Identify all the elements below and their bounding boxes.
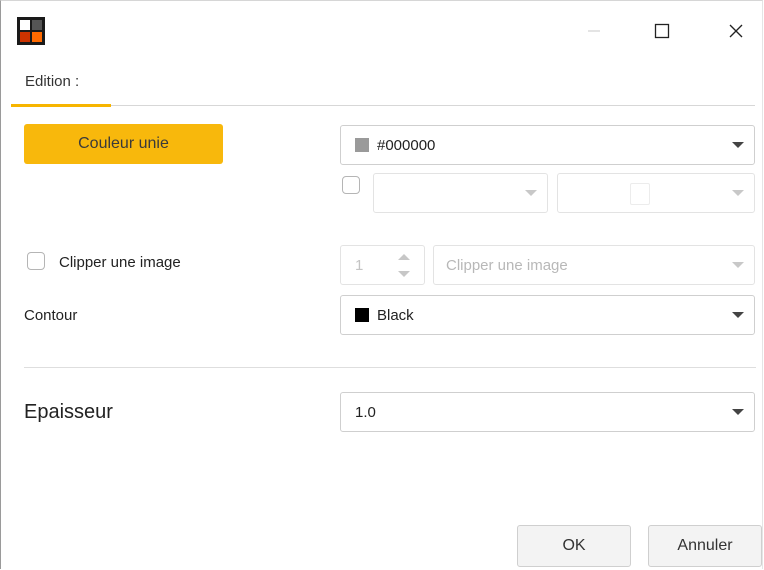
chevron-down-icon — [732, 312, 744, 318]
tab-divider — [111, 105, 755, 106]
spin-up-icon[interactable] — [398, 254, 410, 260]
ok-button[interactable]: OK — [517, 525, 631, 567]
minimize-button[interactable] — [571, 13, 617, 49]
fill-color-combo[interactable]: #000000 — [340, 125, 755, 165]
chevron-down-icon — [732, 190, 744, 196]
fill-mode-button[interactable]: Couleur unie — [24, 124, 223, 164]
contour-color-swatch — [355, 308, 369, 322]
contour-color-combo[interactable]: Black — [340, 295, 755, 335]
gradient-checkbox[interactable] — [342, 176, 360, 194]
minimize-icon — [588, 30, 600, 32]
gradient-swatch-icon — [630, 183, 650, 205]
clip-image-combo-value: Clipper une image — [446, 256, 568, 274]
cancel-button[interactable]: Annuler — [648, 525, 762, 567]
dialog-window: Edition : Couleur unie #000000 Clipper u… — [0, 0, 763, 569]
thickness-label: Epaisseur — [24, 401, 113, 423]
maximize-button[interactable] — [639, 13, 685, 49]
gradient-combo-2[interactable] — [557, 173, 755, 213]
maximize-icon — [654, 23, 670, 39]
thickness-value: 1.0 — [355, 403, 376, 421]
tab-active-indicator — [11, 104, 111, 107]
contour-label: Contour — [24, 307, 78, 324]
chevron-down-icon — [525, 190, 537, 196]
clip-image-combo[interactable]: Clipper une image — [433, 245, 755, 285]
thickness-combo[interactable]: 1.0 — [340, 392, 755, 432]
clip-image-checkbox[interactable] — [27, 252, 45, 270]
chevron-down-icon — [732, 409, 744, 415]
clip-image-label: Clipper une image — [59, 254, 181, 271]
clip-image-spinner-value: 1 — [355, 257, 364, 274]
clip-image-spinner[interactable]: 1 — [340, 245, 425, 285]
chevron-down-icon — [732, 262, 744, 268]
fill-color-value: #000000 — [377, 136, 436, 154]
gradient-combo-1[interactable] — [373, 173, 548, 213]
chevron-down-icon — [732, 142, 744, 148]
section-divider — [24, 367, 756, 368]
close-button[interactable] — [713, 13, 759, 49]
contour-color-value: Black — [377, 306, 414, 324]
spin-down-icon[interactable] — [398, 271, 410, 277]
tab-edition[interactable]: Edition : — [25, 73, 79, 90]
app-icon — [17, 17, 45, 45]
close-icon — [729, 24, 743, 38]
fill-color-swatch — [355, 138, 369, 152]
